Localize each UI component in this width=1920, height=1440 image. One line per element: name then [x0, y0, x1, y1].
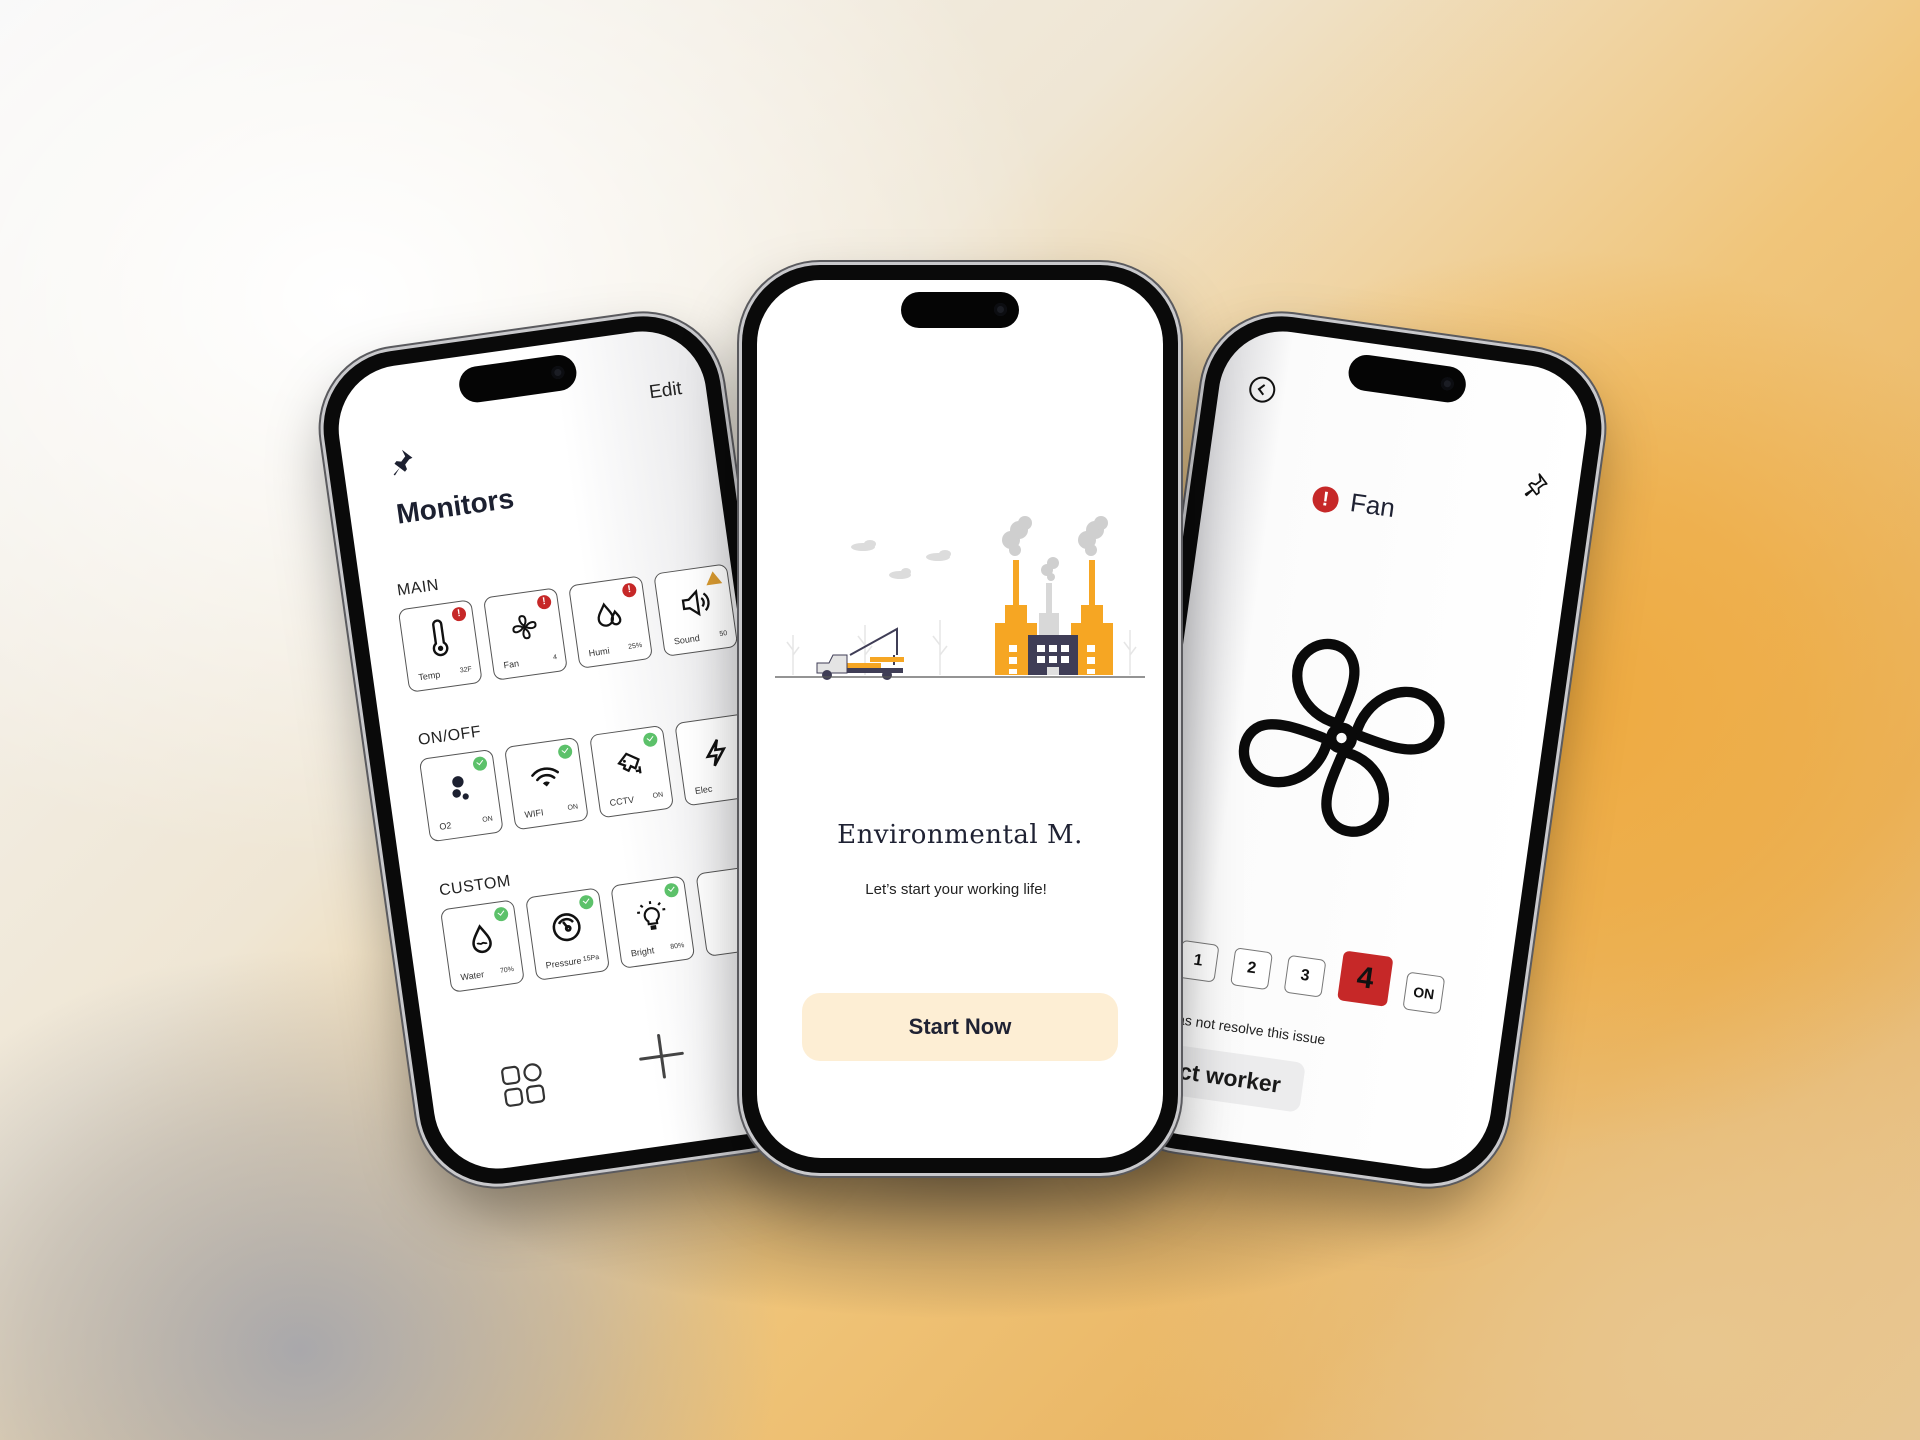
- level-button-4-active[interactable]: 4: [1337, 950, 1394, 1007]
- tile-value: ON: [481, 815, 494, 824]
- detail-title: Fan: [1348, 487, 1397, 524]
- level-button-3[interactable]: 3: [1283, 954, 1327, 998]
- page-title: Monitors: [394, 482, 516, 530]
- tile-label: Sound: [673, 632, 701, 647]
- edit-button[interactable]: Edit: [648, 378, 683, 404]
- dynamic-island: [901, 292, 1019, 328]
- app-subtitle: Let’s start your working life!: [865, 881, 1047, 898]
- section-title-onoff: ON/OFF: [417, 723, 483, 749]
- plus-icon[interactable]: [636, 1030, 688, 1082]
- level-button-1[interactable]: 1: [1176, 939, 1220, 983]
- tile-row-main: ! Temp 32F ! Fan 4 ! Humi 25% Sound 50: [397, 563, 739, 693]
- section-title-main: MAIN: [396, 576, 440, 600]
- pin-filled-icon[interactable]: [385, 446, 417, 478]
- tile-label: Temp: [417, 669, 441, 683]
- monitor-tile-humidity[interactable]: ! Humi 25%: [568, 575, 654, 669]
- phone-welcome: Environmental M. Let’s start your workin…: [742, 265, 1178, 1173]
- monitor-tile-bright[interactable]: Bright 80%: [610, 875, 696, 969]
- monitors-screen: Edit Monitors MAIN ! Temp 32F ! Fan 4 ! …: [330, 323, 810, 1177]
- start-now-button[interactable]: Start Now: [802, 993, 1118, 1061]
- monitor-tile-cctv[interactable]: CCTV ON: [589, 724, 675, 819]
- fan-icon: [512, 615, 537, 640]
- tile-label: Water: [459, 969, 485, 983]
- pin-outline-icon[interactable]: [1521, 470, 1550, 499]
- water-drop-icon: [472, 924, 492, 954]
- front-camera: [550, 365, 566, 380]
- thermometer-icon: [432, 619, 449, 657]
- alert-icon: !: [1310, 484, 1341, 514]
- tile-value: 25%: [627, 641, 643, 651]
- tile-label: Elec: [694, 783, 713, 796]
- monitor-tile-wifi[interactable]: WIFI ON: [503, 736, 589, 831]
- oxygen-bubbles-icon: [452, 776, 469, 800]
- dynamic-island: [1346, 352, 1469, 405]
- app-title: Environmental M.: [837, 820, 1083, 850]
- monitor-tile-temp[interactable]: ! Temp 32F: [397, 599, 483, 693]
- lightbulb-icon: [637, 901, 666, 930]
- humidity-drops-icon: [597, 602, 622, 627]
- tile-value: 15Pa: [582, 953, 600, 964]
- monitor-tile-water[interactable]: Water 70%: [439, 899, 525, 993]
- lightning-icon: [705, 739, 727, 767]
- front-camera: [1440, 376, 1455, 392]
- front-camera: [994, 303, 1007, 316]
- tile-value: 50: [719, 630, 728, 639]
- monitor-tile-fan[interactable]: ! Fan 4: [482, 587, 568, 681]
- tile-value: 70%: [499, 965, 515, 975]
- detail-header: ! Fan: [1310, 482, 1397, 524]
- monitor-tile-sound[interactable]: Sound 50: [653, 563, 739, 657]
- welcome-screen: Environmental M. Let’s start your workin…: [757, 280, 1163, 1158]
- cloud-shapes: [851, 540, 951, 579]
- tile-value: 4: [552, 653, 558, 662]
- tile-label: Humi: [588, 645, 611, 659]
- tile-label: WIFI: [523, 807, 545, 820]
- tile-label: Bright: [630, 945, 655, 959]
- tile-value: ON: [652, 791, 664, 800]
- tile-label: CCTV: [609, 794, 635, 808]
- factory-with-truck-illustration: [775, 516, 1145, 680]
- dynamic-island: [456, 352, 579, 405]
- truck-with-crane: [816, 627, 904, 680]
- fan-large-icon: [1238, 638, 1445, 837]
- level-button-2[interactable]: 2: [1230, 947, 1274, 991]
- tile-label: Pressure: [545, 955, 583, 971]
- section-title-custom: CUSTOM: [438, 872, 512, 900]
- detail-screen: ! Fan Status 0 1 2 3 4 ON Worker has not…: [1115, 323, 1595, 1177]
- on-toggle-button[interactable]: ON: [1402, 971, 1446, 1015]
- tile-label: O2: [438, 820, 453, 832]
- tile-value: ON: [567, 803, 579, 812]
- monitor-tile-pressure[interactable]: Pressure 15Pa: [525, 887, 611, 981]
- tile-label: Fan: [502, 658, 520, 671]
- gauge-icon: [552, 913, 581, 942]
- wifi-icon: [531, 767, 559, 787]
- monitor-tile-o2[interactable]: O2 ON: [418, 748, 504, 843]
- tile-value: 80%: [669, 942, 685, 951]
- speaker-icon: [681, 589, 710, 617]
- back-chevron-circle-icon[interactable]: [1247, 374, 1277, 405]
- tile-value: 32F: [459, 665, 473, 675]
- cctv-camera-icon: [617, 752, 642, 774]
- grid-apps-icon[interactable]: [498, 1060, 548, 1110]
